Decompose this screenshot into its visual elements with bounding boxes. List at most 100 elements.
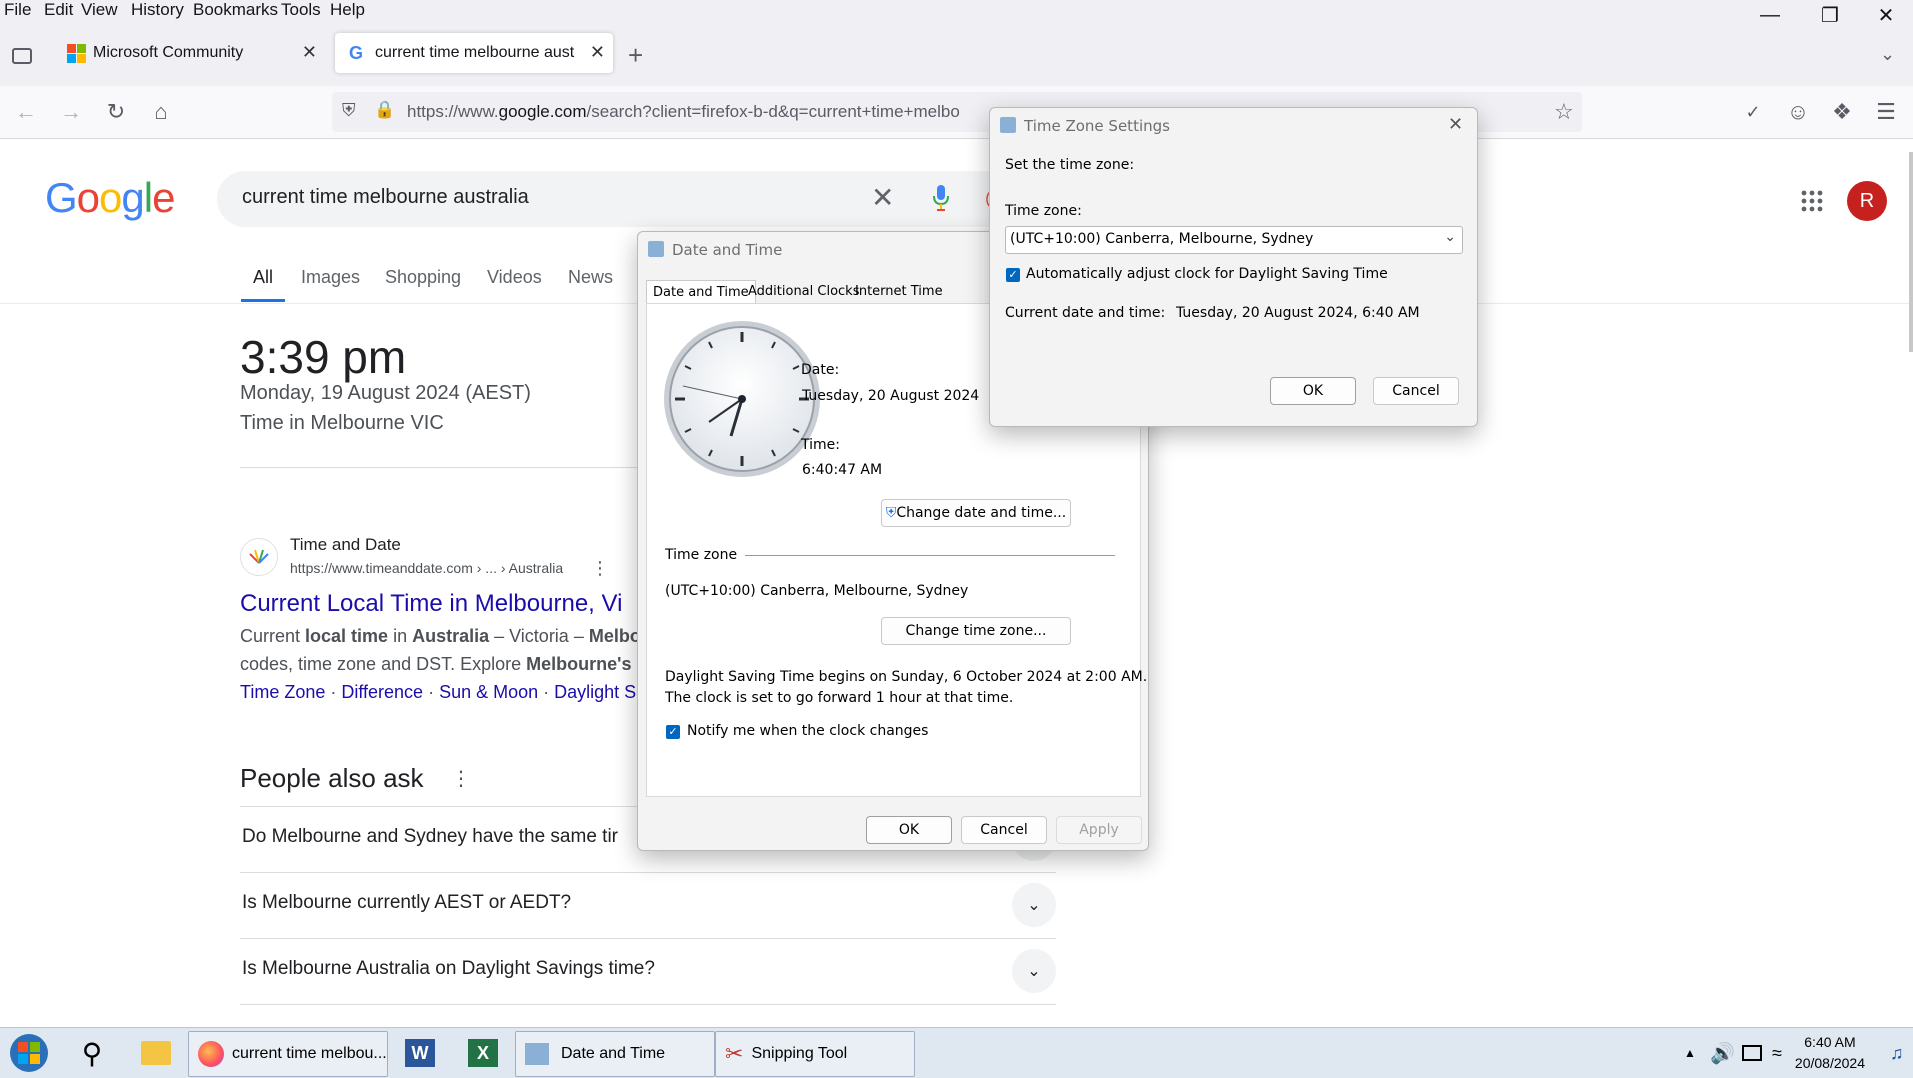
notify-checkbox[interactable]: ✓ [666, 725, 680, 739]
current-date: Monday, 19 August 2024 (AEST) [240, 382, 531, 404]
paa-question[interactable]: Is Melbourne Australia on Daylight Savin… [240, 938, 1056, 1005]
paa-question[interactable]: Is Melbourne currently AEST or AEDT? ⌄ [240, 872, 1056, 939]
close-tab-icon[interactable]: ✕ [590, 42, 605, 63]
kebab-menu-icon[interactable]: ⋮ [451, 766, 471, 791]
wifi-icon[interactable]: ≈ [1772, 1031, 1782, 1075]
time-zone-settings-dialog: Time Zone Settings ✕ Set the time zone: … [989, 107, 1478, 427]
tray-time: 6:40 AM [1804, 1034, 1856, 1050]
taskbar-date-and-time[interactable]: Date and Time [515, 1031, 715, 1077]
scrollbar[interactable] [1909, 152, 1913, 352]
tab-list-icon[interactable] [12, 48, 32, 64]
shield-icon[interactable]: ⛨ [342, 100, 356, 121]
snippet-text: – Victoria – [489, 626, 589, 646]
sitelink-sun-moon[interactable]: Sun & Moon [439, 682, 538, 702]
chevron-down-icon[interactable]: ⌄ [1012, 883, 1056, 927]
close-icon[interactable]: ✕ [1448, 114, 1463, 135]
time-location: Time in Melbourne VIC [240, 412, 444, 434]
apps-grid-icon[interactable] [1801, 190, 1823, 212]
forward-icon[interactable]: → [53, 94, 89, 130]
dialog-title: Date and Time [672, 241, 783, 259]
result-sitelinks: Time Zone · Difference · Sun & Moon · Da… [240, 682, 647, 702]
search-box[interactable]: current time melbourne australia ✕ ◯ [217, 171, 1017, 227]
timezone-select[interactable]: (UTC+10:00) Canberra, Melbourne, Sydney … [1005, 226, 1463, 254]
chevron-down-icon[interactable]: ⌄ [1444, 229, 1456, 245]
taskbar-snipping-tool[interactable]: ✂ Snipping Tool [715, 1031, 915, 1077]
ok-button[interactable]: OK [1270, 377, 1356, 405]
result-site-name[interactable]: Time and Date [290, 535, 401, 555]
url-prefix: https://www. [407, 102, 499, 121]
tab-microsoft-community[interactable]: Microsoft Community ✕ [55, 33, 325, 73]
notify-label: Notify me when the clock changes [687, 723, 929, 739]
pocket-icon[interactable]: ✓ [1735, 94, 1771, 130]
sitelink-daylight[interactable]: Daylight Sa [554, 682, 646, 702]
menu-edit[interactable]: Edit [44, 0, 73, 20]
change-date-time-button[interactable]: ⛨Change date and time... [881, 499, 1071, 527]
tab-news[interactable]: News [568, 267, 613, 288]
lock-icon[interactable]: 🔒 [374, 100, 395, 120]
timezone-selected: (UTC+10:00) Canberra, Melbourne, Sydney [1010, 231, 1314, 247]
tab-google-search[interactable]: G current time melbourne australi ✕ [335, 33, 613, 73]
extensions-icon[interactable]: ❖ [1824, 94, 1860, 130]
tab-date-and-time[interactable]: Date and Time [646, 280, 756, 305]
tray-overflow-icon[interactable]: ▲ [1684, 1031, 1696, 1075]
avatar[interactable]: R [1847, 181, 1887, 221]
tab-additional-clocks[interactable]: Additional Clocks [742, 280, 865, 304]
kebab-menu-icon[interactable]: ⋮ [591, 558, 609, 579]
chevron-down-icon[interactable]: ⌄ [1012, 949, 1056, 993]
menu-bar: File Edit View History Bookmarks Tools H… [0, 0, 1913, 22]
auto-dst-checkbox[interactable]: ✓ [1006, 268, 1020, 282]
menu-history[interactable]: History [131, 0, 184, 20]
taskbar: ⚲ current time melbou... W X Date and Ti… [0, 1027, 1913, 1078]
start-button[interactable] [6, 1031, 52, 1075]
back-icon[interactable]: ← [8, 94, 44, 130]
word-icon[interactable]: W [400, 1031, 440, 1075]
current-datetime-value: Tuesday, 20 August 2024, 6:40 AM [1176, 305, 1420, 321]
tab-videos[interactable]: Videos [487, 267, 542, 288]
menu-tools[interactable]: Tools [281, 0, 321, 20]
tab-all[interactable]: All [253, 267, 273, 288]
bookmark-star-icon[interactable]: ☆ [1554, 99, 1574, 125]
button-label: Change date and time... [896, 505, 1067, 521]
sitelink-time-zone[interactable]: Time Zone [240, 682, 325, 702]
ok-button[interactable]: OK [866, 816, 952, 844]
tab-title: current time melbourne australi [375, 44, 575, 61]
cancel-button[interactable]: Cancel [1373, 377, 1459, 405]
search-icon[interactable]: ⚲ [72, 1031, 112, 1075]
timeanddate-favicon-icon [240, 538, 278, 576]
google-logo[interactable]: Google [45, 174, 175, 222]
cancel-button[interactable]: Cancel [961, 816, 1047, 844]
result-url[interactable]: https://www.timeanddate.com › ... › Aust… [290, 560, 563, 576]
menu-bookmarks[interactable]: Bookmarks [193, 0, 278, 20]
sitelink-difference[interactable]: Difference [341, 682, 423, 702]
battery-icon[interactable] [1742, 1031, 1762, 1075]
close-tab-icon[interactable]: ✕ [302, 42, 317, 63]
menu-file[interactable]: File [4, 0, 31, 20]
microphone-icon[interactable] [932, 184, 950, 212]
new-tab-icon[interactable]: + [628, 40, 643, 71]
paa-question-text: Is Melbourne Australia on Daylight Savin… [242, 958, 655, 979]
hamburger-menu-icon[interactable]: ☰ [1868, 94, 1904, 130]
url-text[interactable]: https://www.google.com/search?client=fir… [407, 102, 960, 122]
tray-clock[interactable]: 6:40 AM 20/08/2024 [1795, 1032, 1865, 1074]
file-explorer-icon[interactable] [136, 1031, 176, 1075]
volume-icon[interactable]: 🔊 [1710, 1031, 1735, 1075]
menu-help[interactable]: Help [330, 0, 365, 20]
home-icon[interactable]: ⌂ [143, 94, 179, 130]
date-value: Tuesday, 20 August 2024 [802, 388, 980, 404]
excel-icon[interactable]: X [463, 1031, 503, 1075]
menu-view[interactable]: View [81, 0, 118, 20]
tray-date: 20/08/2024 [1794, 1055, 1865, 1071]
notification-bell-icon[interactable]: ♫ [1890, 1031, 1904, 1075]
clear-search-icon[interactable]: ✕ [871, 181, 894, 214]
taskbar-firefox[interactable]: current time melbou... [188, 1031, 388, 1077]
tab-shopping[interactable]: Shopping [385, 267, 461, 288]
tab-images[interactable]: Images [301, 267, 360, 288]
change-time-zone-button[interactable]: Change time zone... [881, 617, 1071, 645]
result-title-link[interactable]: Current Local Time in Melbourne, Vi [240, 590, 622, 618]
search-input[interactable]: current time melbourne australia [242, 186, 529, 209]
chevron-down-icon[interactable]: ⌄ [1880, 44, 1895, 65]
account-icon[interactable]: ☺ [1780, 94, 1816, 130]
tab-internet-time[interactable]: Internet Time [849, 280, 949, 304]
reload-icon[interactable]: ↻ [98, 94, 134, 130]
apply-button[interactable]: Apply [1056, 816, 1142, 844]
